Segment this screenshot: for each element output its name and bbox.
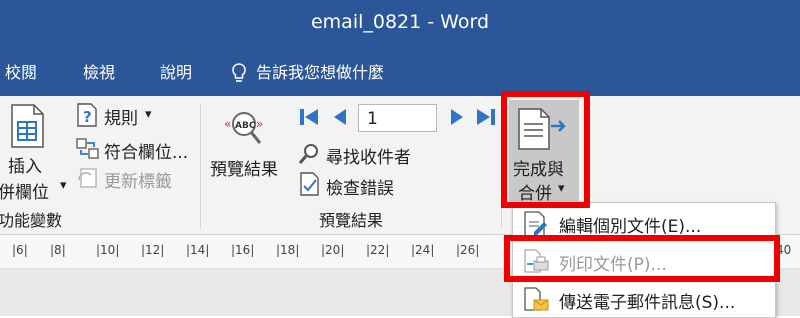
- insert-field-label-2: 併欄位: [0, 183, 49, 203]
- chevron-down-icon: ▾: [60, 178, 67, 193]
- group-label-fields: 功能變數: [0, 211, 63, 230]
- first-record-icon[interactable]: [298, 107, 320, 127]
- window-title: email_0821 - Word: [310, 11, 490, 33]
- rules-button[interactable]: 規則: [104, 104, 138, 129]
- check-errors-button[interactable]: 檢查錯誤: [326, 174, 394, 199]
- ruler-tick: |18|: [276, 243, 300, 257]
- abc-preview-icon: « ABC »: [224, 112, 263, 144]
- ruler-tick: |12|: [141, 243, 165, 257]
- check-errors-icon: [300, 172, 319, 196]
- svg-text:»: »: [256, 117, 263, 131]
- insert-field-label-1: 插入: [8, 157, 42, 177]
- preview-results-label: 預覽結果: [210, 160, 278, 180]
- send-email-icon: [524, 287, 549, 311]
- ruler-tick: |20|: [321, 243, 345, 257]
- svg-text:«: «: [224, 117, 231, 131]
- next-record-icon[interactable]: [449, 107, 465, 127]
- rules-chevron-icon: ▾: [145, 107, 152, 122]
- highlight-box-print-documents: [504, 235, 780, 282]
- tab-review[interactable]: 校閱: [5, 50, 37, 96]
- ruler-tick: |14|: [186, 243, 210, 257]
- match-fields-button[interactable]: 符合欄位...: [104, 138, 188, 163]
- ruler-tick: |10|: [96, 243, 120, 257]
- svg-text:?: ?: [83, 108, 92, 126]
- previous-record-icon[interactable]: [332, 107, 348, 127]
- match-fields-icon: [76, 138, 99, 159]
- svg-text:ABC: ABC: [235, 121, 256, 131]
- tab-help[interactable]: 說明: [160, 50, 192, 96]
- ruler-tick: |16|: [231, 243, 255, 257]
- tab-view[interactable]: 檢視: [83, 50, 115, 96]
- ruler-tick: |8|: [50, 243, 66, 257]
- find-recipient-button[interactable]: 尋找收件者: [326, 143, 411, 168]
- ruler-tick: |24|: [411, 243, 435, 257]
- ribbon-tab-bar: 校閱 檢視 說明 告訴我您想做什麼: [0, 50, 800, 96]
- edit-documents-icon: [524, 211, 547, 237]
- highlight-box-finish-merge: [501, 91, 590, 208]
- menu-item-send-email[interactable]: 傳送電子郵件訊息(S)...: [513, 281, 775, 317]
- insert-field-icon: [11, 104, 44, 148]
- group-label-preview: 預覽結果: [319, 211, 384, 230]
- ruler-tick: |6|: [12, 243, 28, 257]
- update-labels-button[interactable]: 更新標籤: [104, 167, 172, 192]
- ruler-tick: |22|: [366, 243, 390, 257]
- update-labels-icon: [78, 168, 97, 188]
- title-bar: email_0821 - Word: [0, 0, 800, 50]
- group-separator: [200, 104, 201, 228]
- lightbulb-icon: [232, 63, 246, 82]
- rules-icon: ?: [77, 103, 97, 127]
- find-recipient-icon: [298, 144, 318, 164]
- ruler-tick: |26|: [456, 243, 480, 257]
- record-number-input[interactable]: 1: [358, 104, 437, 132]
- last-record-icon[interactable]: [475, 107, 497, 127]
- tell-me-search[interactable]: 告訴我您想做什麼: [256, 50, 384, 96]
